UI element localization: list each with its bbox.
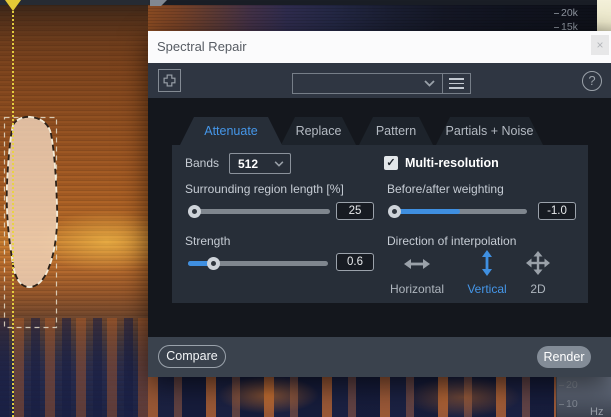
before-after-value[interactable]: -1.0 — [538, 202, 576, 220]
render-button[interactable]: Render — [537, 346, 591, 368]
frequency-scale-bottom: 20 10 Hz — [556, 377, 611, 417]
compare-button[interactable]: Compare — [158, 345, 226, 368]
tab-attenuate[interactable]: Attenuate — [180, 117, 282, 145]
chevron-down-icon — [274, 160, 284, 167]
spectrogram-top-strip[interactable] — [148, 5, 611, 31]
playhead-line[interactable] — [12, 0, 14, 417]
attenuate-panel: Bands 512 ✓ Multi-resolution Surrounding… — [172, 145, 588, 303]
before-after-label: Before/after weighting — [387, 182, 504, 196]
preset-select[interactable] — [292, 73, 442, 94]
vertical-direction-icon[interactable] — [480, 250, 494, 276]
selection-region[interactable] — [0, 100, 70, 340]
plus-icon — [163, 74, 176, 87]
surrounding-region-slider[interactable] — [188, 209, 330, 214]
tab-partials-noise[interactable]: Partials + Noise — [436, 117, 543, 145]
tab-pattern[interactable]: Pattern — [359, 117, 433, 145]
scrollbar-thumb[interactable] — [0, 0, 150, 5]
frequency-scale-top: 20k 15k — [554, 5, 598, 33]
frequency-unit-label: Hz — [590, 406, 604, 417]
preset-menu-button[interactable] — [442, 73, 471, 94]
direction-option-2d[interactable]: 2D — [518, 282, 558, 296]
help-button[interactable]: ? — [582, 71, 602, 91]
strength-value[interactable]: 0.6 — [336, 253, 374, 271]
tick-mark — [559, 385, 564, 386]
surrounding-region-value[interactable]: 25 — [336, 202, 374, 220]
surrounding-region-handle[interactable] — [187, 205, 201, 218]
direction-label: Direction of interpolation — [387, 234, 517, 248]
dialog-footer: Compare Render — [148, 337, 611, 377]
checkmark-icon: ✓ — [386, 157, 396, 169]
before-after-handle[interactable] — [387, 205, 401, 218]
surrounding-region-label: Surrounding region length [%] — [185, 182, 344, 196]
spectrogram-bottom-strip[interactable] — [148, 377, 611, 417]
spectral-repair-screen: 20k 15k 20 10 Hz Spectral Repair × ? Att… — [0, 0, 611, 417]
tick-mark — [559, 404, 564, 405]
strength-label: Strength — [185, 234, 231, 248]
hamburger-icon — [449, 76, 464, 90]
chevron-down-icon — [424, 80, 435, 87]
dialog-toolbar: ? — [148, 63, 611, 98]
dialog-title-bar[interactable]: Spectral Repair × — [148, 31, 611, 63]
horizontal-scrollbar[interactable] — [0, 0, 611, 6]
playhead-marker[interactable] — [5, 0, 21, 11]
selection-fill[interactable] — [6, 116, 58, 288]
freq-tick-label: 20 — [566, 379, 578, 391]
bands-value: 512 — [238, 156, 259, 171]
multi-resolution-label: Multi-resolution — [405, 156, 499, 170]
tick-mark — [554, 27, 559, 28]
add-preset-button[interactable] — [158, 69, 181, 92]
meter-strip — [597, 0, 611, 31]
tick-mark — [554, 13, 559, 14]
help-icon: ? — [588, 73, 596, 88]
tab-replace[interactable]: Replace — [281, 117, 356, 145]
close-icon: × — [596, 38, 604, 52]
freq-tick-label: 10 — [566, 398, 578, 410]
direction-option-vertical[interactable]: Vertical — [455, 282, 519, 296]
bands-select[interactable]: 512 — [229, 153, 291, 174]
strength-handle[interactable] — [206, 257, 220, 270]
bands-label: Bands — [185, 156, 220, 170]
spectral-repair-dialog: Spectral Repair × ? Attenuate Replace Pa… — [148, 31, 611, 377]
dialog-title: Spectral Repair — [157, 39, 247, 54]
direction-option-horizontal[interactable]: Horizontal — [372, 282, 462, 296]
close-button[interactable]: × — [591, 35, 609, 55]
freq-tick-label: 20k — [561, 7, 578, 19]
horizontal-direction-icon[interactable] — [404, 257, 430, 271]
2d-direction-icon[interactable] — [526, 251, 550, 275]
multi-resolution-checkbox[interactable]: ✓ — [384, 156, 398, 170]
